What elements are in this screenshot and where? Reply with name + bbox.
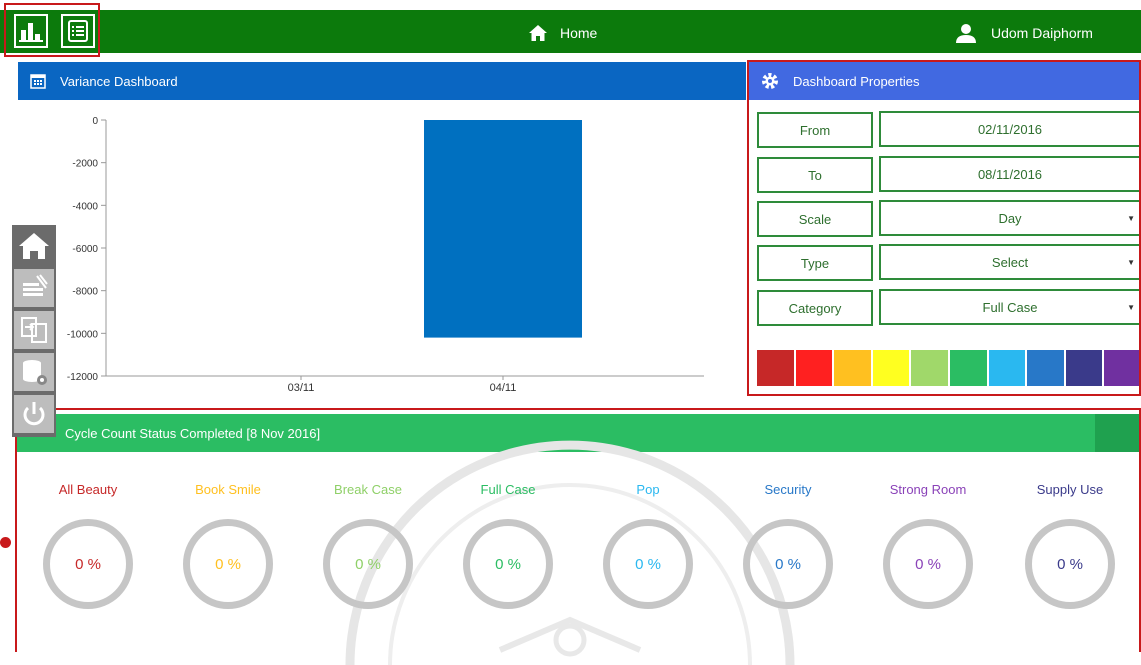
- y-tick-label: 0: [92, 116, 98, 127]
- y-tick-label: -10000: [67, 329, 99, 340]
- variance-bar[interactable]: [424, 120, 582, 338]
- y-tick-label: -4000: [72, 201, 98, 212]
- y-tick-label: -6000: [72, 244, 98, 255]
- home-icon: [529, 25, 547, 41]
- home-icon: [19, 233, 49, 259]
- x-tick-label: 03/11: [288, 382, 315, 394]
- side-database-button[interactable]: [14, 353, 54, 391]
- side-home-button[interactable]: [14, 227, 54, 265]
- calendar-icon: [30, 74, 46, 89]
- power-icon: [23, 402, 45, 426]
- properties-highlight: [747, 60, 1141, 396]
- view-toggle-highlight: [4, 3, 100, 57]
- home-label: Home: [560, 25, 598, 41]
- y-tick-label: -12000: [67, 372, 99, 383]
- transfer-icon: [21, 317, 47, 343]
- stack-icon: [23, 274, 48, 296]
- side-transfer-button[interactable]: [14, 311, 54, 349]
- cycle-count-highlight: [15, 408, 1141, 652]
- variance-panel-header: Variance Dashboard: [18, 62, 746, 100]
- y-tick-label: -2000: [72, 159, 98, 170]
- home-link[interactable]: Home: [528, 20, 597, 46]
- database-settings-icon: [23, 360, 47, 385]
- x-tick-label: 04/11: [490, 382, 517, 394]
- variance-chart-svg: 0 -2000 -4000 -6000 -8000 -10000 -12000 03/11 04…: [67, 116, 704, 394]
- user-menu[interactable]: Udom Daiphorm: [955, 20, 1093, 46]
- user-icon: [956, 24, 976, 43]
- y-tick-label: -8000: [72, 287, 98, 298]
- annotation-dot: [0, 537, 11, 548]
- variance-title: Variance Dashboard: [60, 73, 178, 89]
- variance-chart: 0 -2000 -4000 -6000 -8000 -10000 -12000 03/11 04…: [18, 100, 746, 408]
- side-stock-button[interactable]: [14, 269, 54, 307]
- user-name: Udom Daiphorm: [991, 25, 1093, 41]
- side-logout-button[interactable]: [14, 395, 54, 433]
- side-menu: [12, 225, 56, 437]
